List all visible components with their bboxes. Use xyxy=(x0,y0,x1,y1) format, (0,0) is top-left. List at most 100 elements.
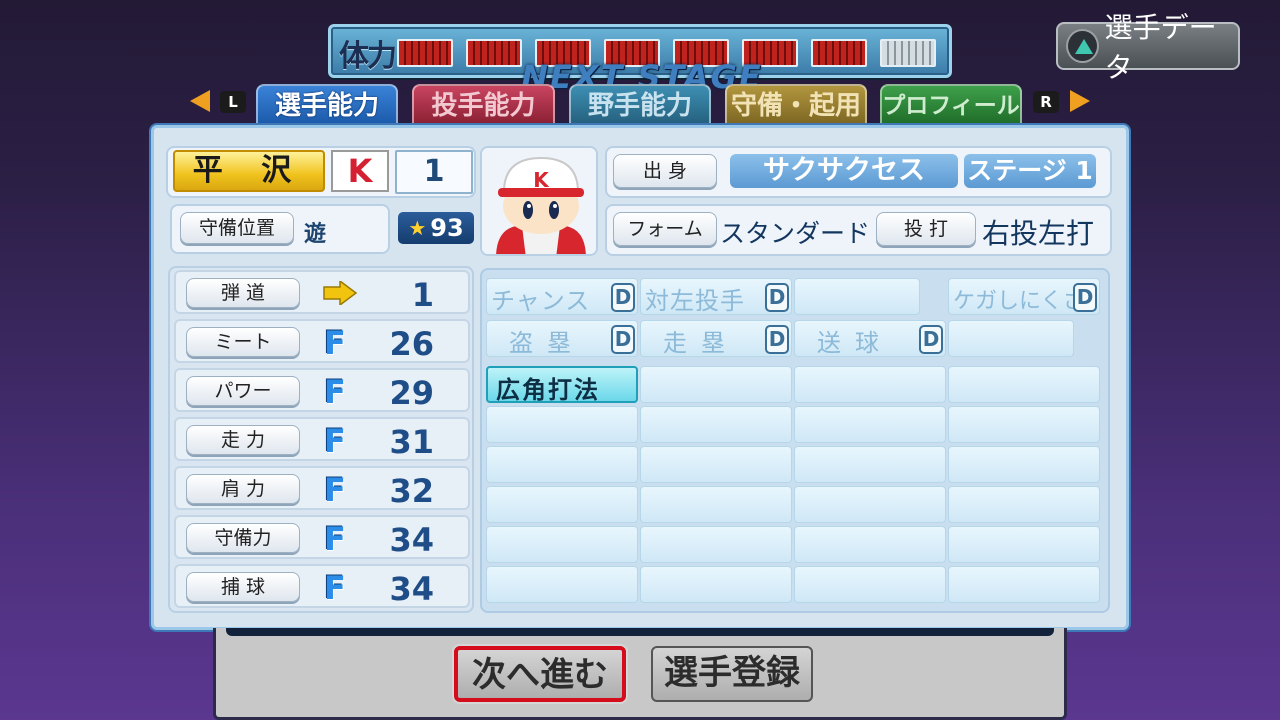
throw-bat-label: 投 打 xyxy=(876,212,976,246)
player-data-button[interactable]: 選手データ xyxy=(1056,11,1240,84)
ability-cell-empty[interactable] xyxy=(486,566,638,603)
ability-cell-empty[interactable] xyxy=(640,486,792,523)
ability-cell-empty[interactable] xyxy=(948,366,1100,403)
l-key-icon: L xyxy=(220,91,246,113)
overall-rating: ★ 93 xyxy=(398,212,474,244)
special-ability-cell[interactable]: 広角打法 xyxy=(486,366,638,404)
stat-value: 32 xyxy=(389,472,434,510)
stat-value: 34 xyxy=(389,521,434,559)
tab-pitcher-ability[interactable]: 投手能力 xyxy=(412,84,555,124)
ability-cell[interactable]: 対左投手 D xyxy=(640,278,792,315)
star-icon: ★ xyxy=(408,216,427,240)
ability-cell-empty[interactable] xyxy=(948,320,1074,357)
ability-cell-empty[interactable] xyxy=(794,526,946,563)
stat-value: 31 xyxy=(389,423,434,461)
ability-cell-empty[interactable] xyxy=(486,406,638,443)
triangle-icon xyxy=(1066,29,1099,63)
origin-value: サクサクセス xyxy=(730,154,958,188)
ability-cell[interactable]: 盗塁 D xyxy=(486,320,638,357)
arrow-right-icon xyxy=(323,281,358,305)
ability-label: 盗塁 xyxy=(509,329,585,357)
stat-row-speed: 走 力 F 31 xyxy=(174,417,470,461)
tab-defense-usage[interactable]: 守備・起用 xyxy=(725,84,867,124)
player-panel: 平 沢 K 1 守備位置 遊 ★ 93 K 出 身 サクサクセス ステージ 1 … xyxy=(151,125,1129,630)
ability-cell[interactable]: ケガしにくさ D xyxy=(948,278,1100,315)
ability-cell-empty[interactable] xyxy=(486,526,638,563)
ability-cell-empty[interactable] xyxy=(794,566,946,603)
ability-cell-empty[interactable] xyxy=(486,486,638,523)
ability-rank: D xyxy=(611,283,635,312)
ability-label: 走塁 xyxy=(663,329,739,357)
stat-value: 26 xyxy=(389,325,434,363)
stat-row-catching: 捕 球 F 34 xyxy=(174,564,470,608)
position-label: 守備位置 xyxy=(180,212,294,244)
stat-value: 34 xyxy=(389,570,434,608)
stat-label: 肩 力 xyxy=(186,474,300,504)
ability-cell-empty[interactable] xyxy=(948,406,1100,443)
ability-cell-empty[interactable] xyxy=(794,446,946,483)
stat-grade: F xyxy=(324,520,346,558)
uniform-number: 1 xyxy=(395,150,473,194)
throw-bat-value: 右投左打 xyxy=(982,217,1095,250)
overall-value: 93 xyxy=(430,214,464,242)
stat-row-fielding: 守備力 F 34 xyxy=(174,515,470,559)
stat-grade: F xyxy=(324,422,346,460)
ability-cell-empty[interactable] xyxy=(948,526,1100,563)
tab-profile[interactable]: プロフィール xyxy=(880,84,1022,124)
stat-value: 29 xyxy=(389,374,434,412)
stage-value: ステージ 1 xyxy=(964,154,1096,188)
form-value: スタンダード 1 xyxy=(720,219,894,248)
stat-grade: F xyxy=(324,373,346,411)
stat-label: 弾 道 xyxy=(186,278,300,308)
player-name: 平 沢 xyxy=(173,150,325,192)
player-avatar-icon: K xyxy=(482,148,596,254)
ability-cell-empty[interactable] xyxy=(948,566,1100,603)
ability-cell-empty[interactable] xyxy=(794,486,946,523)
stamina-gauge xyxy=(466,39,522,67)
stat-label: 捕 球 xyxy=(186,572,300,602)
ability-cell-empty[interactable] xyxy=(794,366,946,403)
bottom-menu xyxy=(213,628,1067,720)
register-player-button[interactable]: 選手登録 xyxy=(651,646,813,702)
stat-label: パワー xyxy=(186,376,300,406)
ability-label: チャンス xyxy=(491,287,591,315)
ability-cell-empty[interactable] xyxy=(640,566,792,603)
stat-label: 守備力 xyxy=(186,523,300,553)
ability-cell-empty[interactable] xyxy=(794,278,920,315)
tab-next-arrow-icon[interactable] xyxy=(1070,90,1090,112)
next-button[interactable]: 次へ進む xyxy=(454,646,626,702)
ability-cell-empty[interactable] xyxy=(640,526,792,563)
tab-prev-arrow-icon[interactable] xyxy=(190,90,210,112)
ability-grid: チャンス D 対左投手 D ケガしにくさ D 盗塁 D 走塁 D 送球 D 広角… xyxy=(480,268,1110,613)
stat-label: ミート xyxy=(186,327,300,357)
stat-value: 1 xyxy=(411,276,434,314)
stat-grade: F xyxy=(324,324,346,362)
ability-cell-empty[interactable] xyxy=(948,486,1100,523)
stamina-gauge xyxy=(811,39,867,67)
cap-letter: K xyxy=(533,168,550,192)
tab-player-ability[interactable]: 選手能力 xyxy=(256,84,398,124)
stat-row-trajectory: 弾 道 1 xyxy=(174,270,470,314)
player-portrait: K xyxy=(480,146,598,256)
ability-rank: D xyxy=(1073,283,1097,312)
ability-cell-empty[interactable] xyxy=(640,366,792,403)
ability-label: 対左投手 xyxy=(645,287,745,315)
ability-cell[interactable]: チャンス D xyxy=(486,278,638,315)
ability-cell-empty[interactable] xyxy=(640,406,792,443)
player-data-label: 選手データ xyxy=(1104,11,1217,84)
ability-rank: D xyxy=(765,283,789,312)
ability-cell-empty[interactable] xyxy=(486,446,638,483)
position-value: 遊 xyxy=(304,222,327,247)
ability-cell-empty[interactable] xyxy=(640,446,792,483)
stat-grade: F xyxy=(324,471,346,509)
bottom-divider xyxy=(226,628,1054,636)
form-label: フォーム xyxy=(613,212,717,246)
ability-cell-empty[interactable] xyxy=(948,446,1100,483)
tab-fielder-ability[interactable]: 野手能力 xyxy=(569,84,711,124)
ability-label: 送球 xyxy=(817,329,893,357)
ability-cell[interactable]: 送球 D xyxy=(794,320,946,357)
ability-label: ケガしにくさ xyxy=(953,289,1085,314)
ability-cell[interactable]: 走塁 D xyxy=(640,320,792,357)
ability-rank: D xyxy=(765,325,789,354)
ability-cell-empty[interactable] xyxy=(794,406,946,443)
